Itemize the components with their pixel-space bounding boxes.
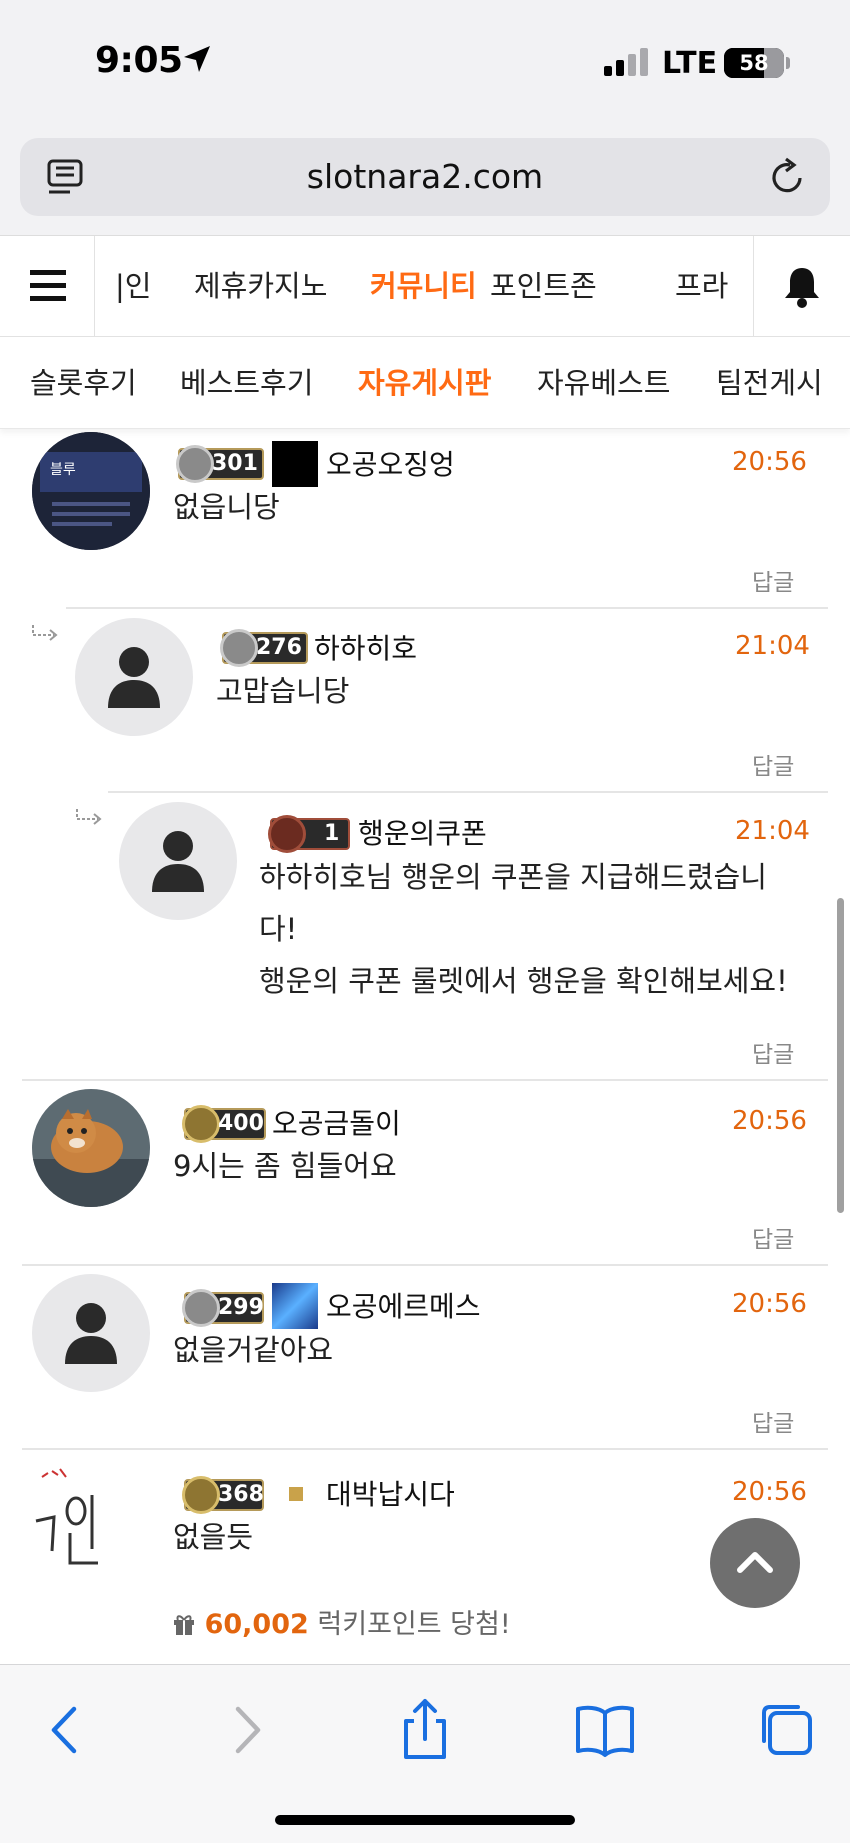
avatar[interactable] <box>119 802 237 920</box>
forward-icon[interactable] <box>212 1695 282 1765</box>
svg-text:블루: 블루 <box>50 462 76 478</box>
reply-button[interactable]: 답글 <box>752 1035 794 1069</box>
nav-item-community[interactable]: 커뮤니티 <box>370 236 477 336</box>
main-nav: |인 제휴카지노 커뮤니티 포인트존 프라 <box>0 235 850 337</box>
user-silhouette-icon <box>152 831 204 892</box>
comment-item: 276 하하히호 21:04 고맙습니당 답글 <box>0 609 850 793</box>
share-icon[interactable] <box>390 1695 460 1765</box>
battery-level: 58 <box>739 51 769 75</box>
reply-button[interactable]: 답글 <box>752 563 794 597</box>
comment-author[interactable]: 하하히호 <box>314 627 417 667</box>
nav-item-partial-right[interactable]: 프라 <box>675 236 728 336</box>
comment-item: 400 오공금돌이 20:56 9시는 좀 힘들어요 답글 <box>0 1080 850 1266</box>
comment-item: 299 오공에르메스 20:56 없을거같아요 답글 <box>0 1265 850 1450</box>
browser-address-area: slotnara2.com <box>0 120 850 235</box>
reload-icon[interactable] <box>768 156 808 198</box>
comment-time: 20:56 <box>732 1106 807 1136</box>
sub-nav: 슬롯후기 베스트후기 자유게시판 자유베스트 팀전게시 <box>0 337 850 429</box>
signal-icon <box>604 48 648 76</box>
network-type: LTE <box>662 46 718 81</box>
chevron-up-icon <box>737 1552 773 1573</box>
browser-toolbar <box>0 1664 850 1843</box>
gift-icon <box>174 1615 194 1635</box>
tabs-icon[interactable] <box>752 1695 822 1765</box>
address-bar[interactable]: slotnara2.com <box>20 138 830 216</box>
lucky-point-label: 럭키포인트 당첨! <box>317 1609 511 1640</box>
dog-photo-icon <box>32 1089 150 1207</box>
level-badge: 400 <box>182 1105 266 1143</box>
nav-item-partial[interactable]: |인 <box>115 236 151 336</box>
back-icon[interactable] <box>30 1695 100 1765</box>
main-nav-items: |인 제휴카지노 커뮤니티 포인트존 프라 <box>95 236 753 336</box>
reply-button[interactable]: 답글 <box>752 1220 794 1254</box>
reply-button[interactable]: 답글 <box>752 747 794 781</box>
scroll-indicator[interactable] <box>837 898 844 1213</box>
level-badge: 301 <box>176 445 264 483</box>
level-badge: 299 <box>182 1289 264 1327</box>
level-badge: 368 <box>182 1476 264 1514</box>
phone-screen: 9:05 LTE 58 slotnara2.com |인 제휴카지노 커뮤니티 … <box>0 0 850 1843</box>
reply-arrow-icon <box>76 809 102 825</box>
comment-text: 없을거같아요 <box>173 1333 334 1367</box>
comment-text-line: 하하히호님 행운의 쿠폰을 지급해드렸습니 <box>259 860 767 894</box>
avatar[interactable] <box>32 1089 150 1207</box>
location-arrow-icon <box>184 46 210 72</box>
sub-nav-team-board[interactable]: 팀전게시 <box>716 337 823 428</box>
user-silhouette-icon <box>108 647 160 708</box>
sub-nav-slot-review[interactable]: 슬롯후기 <box>30 337 137 428</box>
comment-text: 없읍니당 <box>173 490 280 524</box>
comment-time: 20:56 <box>732 1289 807 1319</box>
comment-item: 블루 301 오공오징엉 20:56 없읍니당 답글 <box>0 429 850 609</box>
sub-nav-best-review[interactable]: 베스트후기 <box>180 337 313 428</box>
reply-button[interactable]: 답글 <box>752 1404 794 1438</box>
status-time: 9:05 <box>95 40 183 81</box>
comment-author[interactable]: 오공에르메스 <box>326 1285 481 1325</box>
avatar[interactable] <box>28 1459 146 1577</box>
comment-author[interactable]: 오공금돌이 <box>272 1102 401 1142</box>
avatar[interactable]: 블루 <box>32 432 150 550</box>
comment-text: 9시는 좀 힘들어요 <box>173 1149 397 1183</box>
user-badge-icon <box>289 1487 303 1501</box>
comment-author[interactable]: 오공오징엉 <box>326 443 455 483</box>
comment-text: 없을듯 <box>173 1520 254 1554</box>
status-bar: 9:05 LTE 58 <box>0 0 850 120</box>
user-badge-icon <box>272 1283 318 1329</box>
lucky-point-amount: 60,002 <box>204 1609 309 1640</box>
bookmarks-icon[interactable] <box>570 1695 640 1765</box>
handwriting-avatar-icon <box>28 1459 146 1577</box>
comment-time: 20:56 <box>732 447 807 477</box>
hamburger-menu-button[interactable] <box>0 236 95 336</box>
level-badge: 276 <box>220 629 308 667</box>
battery-icon: 58 <box>724 48 784 78</box>
nav-item-point-zone[interactable]: 포인트존 <box>490 236 597 336</box>
url-text[interactable]: slotnara2.com <box>20 138 830 216</box>
notification-button[interactable] <box>753 236 850 336</box>
comment-text-line: 행운의 쿠폰 룰렛에서 행운을 확인해보세요! <box>259 964 788 998</box>
reply-arrow-icon <box>32 625 58 641</box>
comment-text-line: 다! <box>259 912 298 946</box>
comment-time: 21:04 <box>735 816 810 846</box>
comment-text: 고맙습니당 <box>216 674 350 708</box>
avatar[interactable] <box>75 618 193 736</box>
comment-time: 20:56 <box>732 1477 807 1507</box>
sub-nav-free-board[interactable]: 자유게시판 <box>358 337 491 428</box>
bell-icon <box>785 268 819 308</box>
comment-author[interactable]: 행운의쿠폰 <box>358 812 487 852</box>
comment-list: 블루 301 오공오징엉 20:56 없읍니당 답글 276 하하히호 21:0… <box>0 429 850 1664</box>
lucky-point-notice: 60,002 럭키포인트 당첨! <box>172 1602 511 1641</box>
comment-author[interactable]: 대박납시다 <box>326 1473 455 1513</box>
avatar[interactable] <box>32 1274 150 1392</box>
comment-text: 하하히호님 행운의 쿠폰을 지급해드렸습니 다! 행운의 쿠폰 룰렛에서 행운을… <box>259 851 819 1007</box>
level-badge: 1 <box>268 815 350 853</box>
nav-item-partner-casino[interactable]: 제휴카지노 <box>194 236 327 336</box>
comment-time: 21:04 <box>735 631 810 661</box>
sub-nav-free-best[interactable]: 자유베스트 <box>537 337 670 428</box>
comment-item: 1 행운의쿠폰 21:04 하하히호님 행운의 쿠폰을 지급해드렸습니 다! 행… <box>0 792 850 1081</box>
user-silhouette-icon <box>65 1303 117 1364</box>
scroll-to-top-button[interactable] <box>710 1518 800 1608</box>
home-indicator <box>275 1815 575 1825</box>
